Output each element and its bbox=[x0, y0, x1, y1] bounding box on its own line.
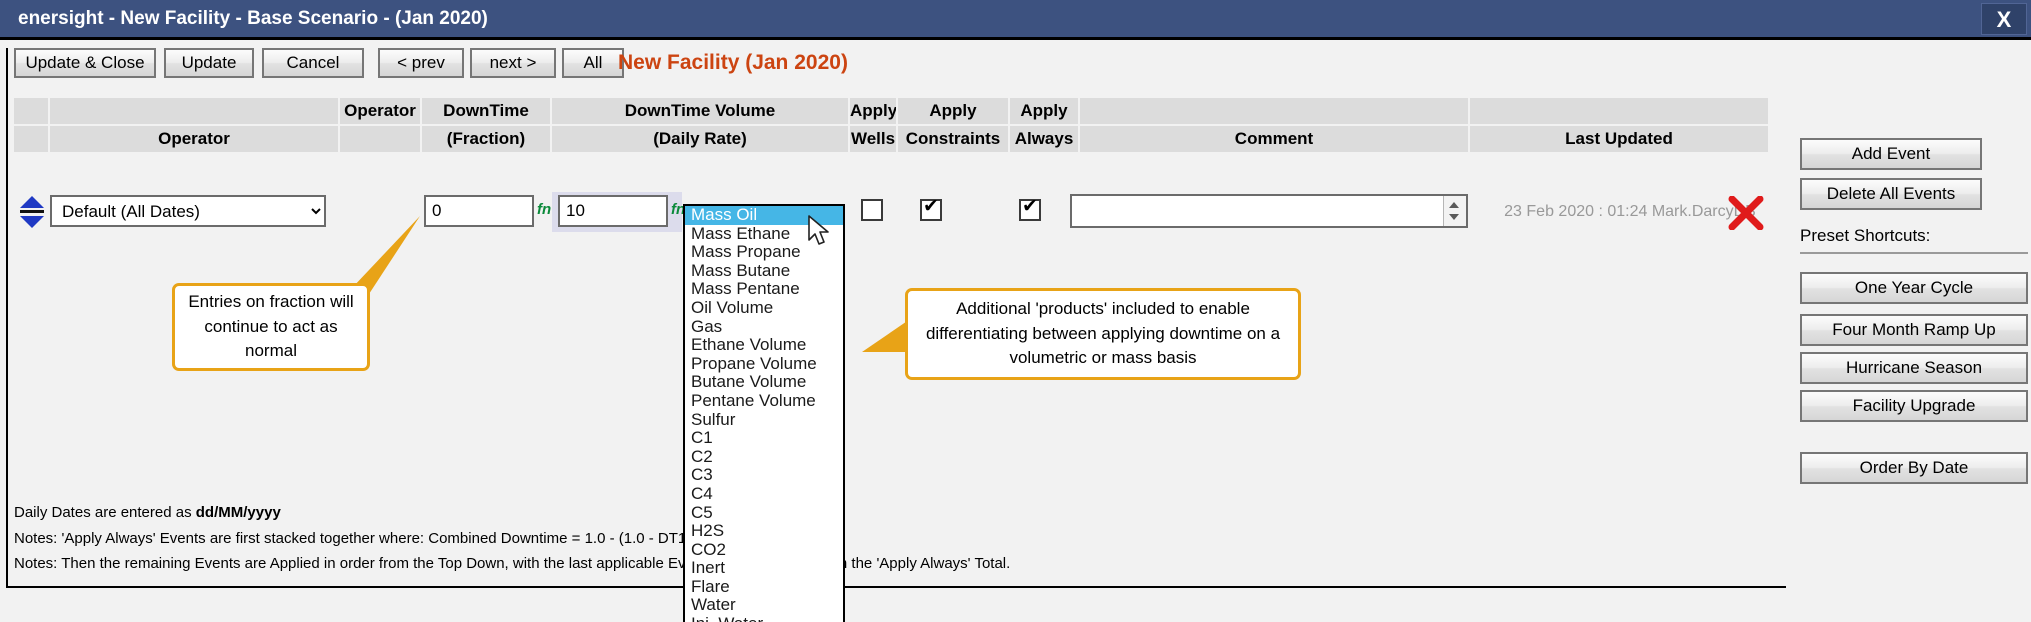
header-downtime-volume: DownTime Volume bbox=[552, 98, 848, 124]
product-dropdown-item[interactable]: C1 bbox=[685, 429, 843, 448]
product-dropdown-item[interactable]: Water bbox=[685, 596, 843, 615]
page-title: New Facility (Jan 2020) bbox=[618, 51, 848, 74]
header-always: Always bbox=[1010, 126, 1078, 152]
table-header-row-2: Operator (Fraction) (Daily Rate) Wells C… bbox=[0, 126, 1790, 152]
header-spacer-8 bbox=[1724, 126, 1768, 152]
preset-facility-upgrade-button[interactable]: Facility Upgrade bbox=[1800, 390, 2028, 422]
header-comment: Comment bbox=[1080, 126, 1468, 152]
product-dropdown-item[interactable]: Flare bbox=[685, 577, 843, 597]
close-icon[interactable]: X bbox=[1981, 3, 2027, 35]
product-dropdown-item[interactable]: Mass Butane bbox=[685, 261, 843, 281]
header-spacer-7 bbox=[340, 126, 420, 152]
product-dropdown-item[interactable]: C4 bbox=[685, 484, 843, 504]
add-event-button[interactable]: Add Event bbox=[1800, 138, 1982, 170]
product-dropdown-item[interactable]: Oil Volume bbox=[685, 298, 843, 318]
downtime-daily-rate-input[interactable] bbox=[558, 195, 668, 227]
preset-divider bbox=[1800, 252, 2028, 254]
fn-marker-fraction[interactable]: fn bbox=[537, 201, 551, 218]
callout-fraction-note: Entries on fraction will continue to act… bbox=[172, 283, 370, 371]
apply-always-checkbox[interactable] bbox=[1019, 196, 1041, 221]
all-button[interactable]: All bbox=[562, 48, 624, 78]
product-dropdown-item[interactable]: Butane Volume bbox=[685, 373, 843, 392]
apply-constraints-checkbox[interactable] bbox=[920, 196, 942, 221]
product-dropdown-item[interactable]: Propane Volume bbox=[685, 354, 843, 374]
product-dropdown-item[interactable]: CO2 bbox=[685, 540, 843, 560]
product-dropdown-item[interactable]: Inert bbox=[685, 559, 843, 578]
product-dropdown-item[interactable]: C2 bbox=[685, 447, 843, 467]
product-dropdown-item[interactable]: Gas bbox=[685, 317, 843, 337]
header-constraints: Constraints bbox=[898, 126, 1008, 152]
reorder-handle-icon[interactable] bbox=[18, 195, 46, 229]
comment-input[interactable] bbox=[1072, 196, 1444, 226]
window-titlebar: enersight - New Facility - Base Scenario… bbox=[0, 0, 2031, 40]
window-title: enersight - New Facility - Base Scenario… bbox=[18, 8, 488, 29]
header-spacer-3 bbox=[1080, 98, 1468, 124]
header-operator-top: Operator bbox=[340, 98, 420, 124]
header-operator: Operator bbox=[50, 126, 338, 152]
order-by-date-button[interactable]: Order By Date bbox=[1800, 452, 2028, 484]
header-downtime: DownTime bbox=[422, 98, 550, 124]
product-dropdown-item[interactable]: C3 bbox=[685, 466, 843, 485]
comment-field-wrapper bbox=[1070, 194, 1468, 228]
product-dropdown-item[interactable]: C5 bbox=[685, 503, 843, 523]
header-spacer-2 bbox=[50, 98, 338, 124]
header-spacer-1 bbox=[14, 98, 48, 124]
apply-wells-checkbox[interactable] bbox=[861, 199, 883, 221]
header-spacer-5 bbox=[1724, 98, 1768, 124]
table-header-row-1: Operator DownTime DownTime Volume Apply … bbox=[0, 98, 1790, 124]
note-top-down: Notes: Then the remaining Events are App… bbox=[14, 555, 1011, 572]
header-apply-constraints-top: Apply bbox=[898, 98, 1008, 124]
header-apply-wells-top: Apply bbox=[850, 98, 896, 124]
product-dropdown-item[interactable]: Mass Pentane bbox=[685, 280, 843, 299]
product-dropdown-item[interactable]: H2S bbox=[685, 521, 843, 541]
update-and-close-button[interactable]: Update & Close bbox=[14, 48, 156, 78]
product-dropdown-item[interactable]: Mass Ethane bbox=[685, 224, 843, 244]
event-row: Default (All Dates) fn fn 23 Feb 2020 : … bbox=[0, 192, 1790, 234]
update-button[interactable]: Update bbox=[164, 48, 254, 78]
next-button[interactable]: next > bbox=[470, 48, 556, 78]
delete-row-icon[interactable] bbox=[1728, 196, 1764, 230]
note-date-format: Daily Dates are entered as dd/MM/yyyy bbox=[14, 504, 281, 521]
header-apply-always-top: Apply bbox=[1010, 98, 1078, 124]
chevron-up-icon bbox=[1449, 202, 1459, 208]
right-action-panel: Add Event Delete All Events Preset Short… bbox=[1795, 40, 2031, 622]
preset-shortcuts-label: Preset Shortcuts: bbox=[1800, 226, 1931, 245]
preset-one-year-cycle-button[interactable]: One Year Cycle bbox=[1800, 272, 2028, 304]
preset-four-month-ramp-up-button[interactable]: Four Month Ramp Up bbox=[1800, 314, 2028, 346]
header-wells: Wells bbox=[850, 126, 896, 152]
product-dropdown-list[interactable]: Mass Oil Mass Ethane Mass Propane Mass Buta… bbox=[683, 204, 845, 622]
comment-stepper[interactable] bbox=[1443, 196, 1466, 226]
product-dropdown-item[interactable]: Ethane Volume bbox=[685, 336, 843, 355]
window-body: Update & Close Update Cancel < prev next… bbox=[0, 40, 2031, 622]
product-dropdown-item[interactable]: Pentane Volume bbox=[685, 391, 843, 411]
previous-button[interactable]: < prev bbox=[378, 48, 464, 78]
preset-hurricane-season-button[interactable]: Hurricane Season bbox=[1800, 352, 2028, 384]
cancel-button[interactable]: Cancel bbox=[262, 48, 364, 78]
product-dropdown-item[interactable]: Mass Oil bbox=[685, 205, 843, 225]
note-date-format-value: dd/MM/yyyy bbox=[195, 504, 281, 521]
header-daily-rate: (Daily Rate) bbox=[552, 126, 848, 152]
header-spacer-6 bbox=[14, 126, 48, 152]
product-dropdown-item[interactable]: Mass Propane bbox=[685, 243, 843, 262]
product-dropdown-item[interactable]: Inj. Water bbox=[685, 614, 843, 622]
enersight-facility-editor-window: enersight - New Facility - Base Scenario… bbox=[0, 0, 2031, 622]
callout-products-note: Additional 'products' included to enable… bbox=[905, 288, 1301, 380]
header-fraction: (Fraction) bbox=[422, 126, 550, 152]
toolbar: Update & Close Update Cancel < prev next… bbox=[0, 40, 2031, 86]
product-dropdown-item[interactable]: Sulfur bbox=[685, 410, 843, 430]
downtime-fraction-input[interactable] bbox=[424, 195, 534, 227]
chevron-down-icon bbox=[1449, 214, 1459, 220]
operator-select[interactable]: Default (All Dates) bbox=[50, 195, 326, 227]
note-date-format-prefix: Daily Dates are entered as bbox=[14, 504, 196, 521]
delete-all-events-button[interactable]: Delete All Events bbox=[1800, 178, 1982, 210]
